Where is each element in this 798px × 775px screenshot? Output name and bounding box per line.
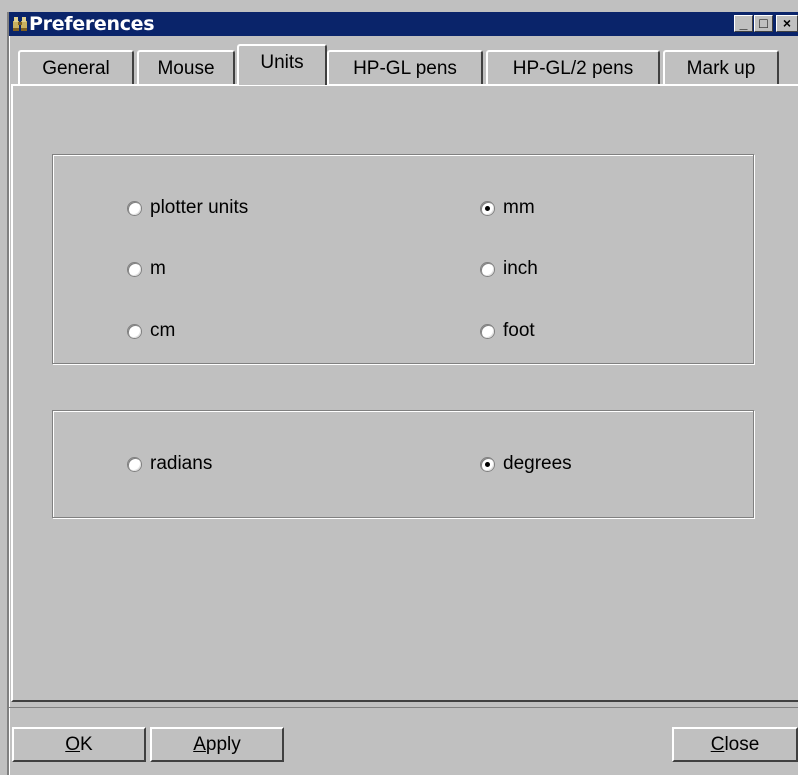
minimize-icon: _ bbox=[739, 15, 748, 31]
radio-button[interactable] bbox=[128, 262, 141, 276]
separator bbox=[9, 707, 798, 708]
radio-label: plotter units bbox=[150, 197, 249, 218]
tab-units[interactable]: Units bbox=[237, 44, 327, 85]
tab-mouse[interactable]: Mouse bbox=[137, 50, 235, 84]
radio-label: foot bbox=[503, 320, 535, 341]
ok-button[interactable]: OK bbox=[12, 727, 146, 762]
preferences-window: Preferences _ □ × General Mouse Units HP… bbox=[0, 0, 798, 775]
radio-label: mm bbox=[503, 197, 535, 218]
tab-hpgl-pens[interactable]: HP-GL pens bbox=[327, 50, 483, 84]
radio-foot[interactable]: foot bbox=[481, 320, 535, 342]
radio-button[interactable] bbox=[128, 457, 141, 471]
radio-degrees[interactable]: degrees bbox=[481, 453, 572, 475]
radio-button[interactable] bbox=[481, 201, 494, 215]
radio-plotter-units[interactable]: plotter units bbox=[128, 197, 248, 219]
radio-button[interactable] bbox=[128, 201, 141, 215]
apply-label: pply bbox=[205, 734, 241, 755]
radio-mm[interactable]: mm bbox=[481, 197, 535, 219]
minimize-button[interactable]: _ bbox=[734, 15, 753, 32]
close-label: lose bbox=[724, 734, 760, 755]
tab-label: HP-GL/2 pens bbox=[512, 58, 634, 79]
radio-radians[interactable]: radians bbox=[128, 453, 212, 475]
close-window-button[interactable]: × bbox=[776, 15, 798, 32]
tab-label: HP-GL pens bbox=[353, 58, 457, 79]
radio-button[interactable] bbox=[128, 324, 141, 338]
close-button[interactable]: Close bbox=[672, 727, 798, 762]
close-mnemonic: C bbox=[710, 734, 725, 755]
maximize-button[interactable]: □ bbox=[754, 15, 773, 32]
window-title: Preferences bbox=[29, 13, 155, 35]
radio-cm[interactable]: cm bbox=[128, 320, 175, 342]
binoculars-icon bbox=[12, 16, 28, 32]
tab-hpgl2-pens[interactable]: HP-GL/2 pens bbox=[486, 50, 660, 84]
radio-inch[interactable]: inch bbox=[481, 258, 538, 280]
apply-mnemonic: A bbox=[193, 734, 206, 755]
tab-general[interactable]: General bbox=[18, 50, 134, 84]
ok-label: K bbox=[80, 734, 93, 755]
title-bar[interactable]: Preferences _ □ × bbox=[9, 12, 798, 36]
radio-label: inch bbox=[503, 258, 538, 279]
radio-button[interactable] bbox=[481, 457, 494, 471]
ok-mnemonic: O bbox=[65, 734, 81, 755]
radio-label: m bbox=[150, 258, 166, 279]
tab-label: General bbox=[42, 58, 110, 79]
tab-label: Mark up bbox=[686, 58, 756, 79]
radio-label: cm bbox=[150, 320, 176, 341]
tab-label: Units bbox=[260, 52, 304, 73]
maximize-icon: □ bbox=[759, 15, 768, 31]
tab-label: Mouse bbox=[157, 58, 215, 79]
radio-m[interactable]: m bbox=[128, 258, 166, 280]
radio-label: radians bbox=[150, 453, 213, 474]
window-frame-highlight bbox=[9, 36, 10, 775]
radio-button[interactable] bbox=[481, 262, 494, 276]
radio-button[interactable] bbox=[481, 324, 494, 338]
radio-label: degrees bbox=[503, 453, 572, 474]
tab-mark-up[interactable]: Mark up bbox=[663, 50, 779, 84]
close-icon: × bbox=[782, 15, 792, 31]
apply-button[interactable]: Apply bbox=[150, 727, 284, 762]
